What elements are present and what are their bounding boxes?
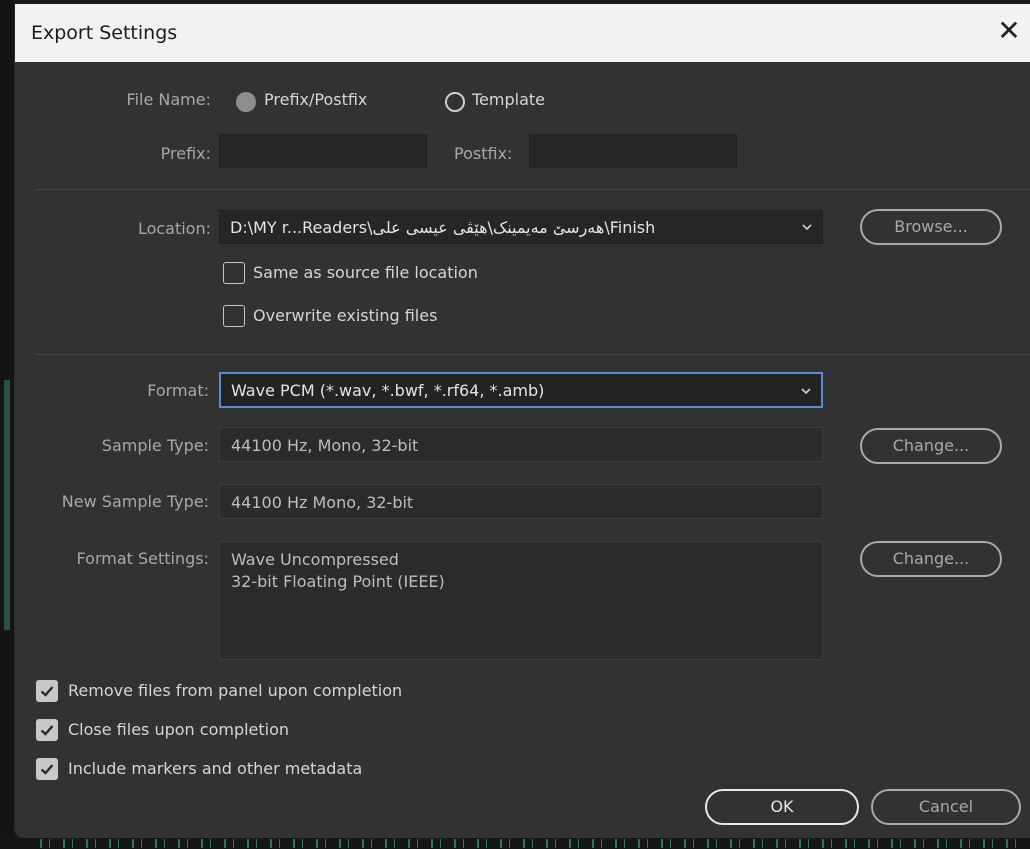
section-divider [35, 354, 1030, 355]
postfix-label: Postfix: [454, 144, 513, 163]
same-as-source-label: Same as source file location [253, 263, 478, 282]
remove-files-label: Remove files from panel upon completion [68, 681, 403, 700]
section-divider [35, 189, 1030, 190]
location-label: Location: [137, 219, 211, 238]
cancel-button[interactable]: Cancel [871, 789, 1021, 825]
export-settings-dialog: Export Settings ✕ File Name: Prefix/Post… [14, 4, 1030, 838]
include-markers-label: Include markers and other metadata [68, 759, 363, 778]
checkmark-icon [40, 764, 54, 775]
radio-prefix-postfix-label: Prefix/Postfix [264, 90, 368, 109]
background-timeline [0, 838, 1030, 849]
format-settings-line: 32-bit Floating Point (IEEE) [231, 572, 445, 591]
checkmark-icon [40, 725, 54, 736]
sample-type-label: Sample Type: [101, 436, 209, 455]
browse-button[interactable]: Browse... [860, 209, 1002, 245]
overwrite-existing-checkbox[interactable] [223, 305, 245, 327]
dialog-title: Export Settings [31, 22, 178, 44]
prefix-label: Prefix: [160, 144, 211, 163]
radio-template-label: Template [472, 90, 546, 109]
close-files-checkbox[interactable] [36, 719, 58, 741]
format-dropdown[interactable]: Wave PCM (*.wav, *.bwf, *.rf64, *.amb) [219, 372, 823, 408]
format-settings-line: Wave Uncompressed [231, 550, 399, 569]
sample-type-field: 44100 Hz, Mono, 32-bit [219, 427, 823, 462]
close-files-label: Close files upon completion [68, 720, 290, 739]
chevron-down-icon [802, 224, 812, 231]
radio-prefix-postfix[interactable] [236, 92, 256, 112]
dialog-titlebar: Export Settings ✕ [15, 4, 1030, 62]
location-value: D:\MY r...Readers\هەرسێ مەیمینک\هێڤی عیس… [230, 218, 656, 237]
new-sample-type-label: New Sample Type: [61, 492, 209, 511]
checkmark-icon [40, 686, 54, 697]
include-markers-checkbox[interactable] [36, 758, 58, 780]
sample-type-change-button[interactable]: Change... [860, 428, 1002, 464]
waveform-strip-bottom [40, 839, 1020, 848]
same-as-source-checkbox[interactable] [223, 262, 245, 284]
background-panel-left [0, 0, 14, 849]
chevron-down-icon [801, 388, 811, 395]
location-dropdown[interactable]: D:\MY r...Readers\هەرسێ مەیمینک\هێڤی عیس… [219, 210, 823, 244]
postfix-input[interactable] [529, 134, 737, 168]
format-label: Format: [147, 381, 209, 400]
waveform-strip [4, 380, 10, 630]
format-settings-change-button[interactable]: Change... [860, 541, 1002, 577]
format-value: Wave PCM (*.wav, *.bwf, *.rf64, *.amb) [231, 381, 545, 400]
remove-files-checkbox[interactable] [36, 680, 58, 702]
ok-button[interactable]: OK [705, 789, 859, 825]
close-icon[interactable]: ✕ [993, 15, 1025, 47]
file-name-label: File Name: [126, 90, 211, 109]
prefix-input[interactable] [219, 134, 427, 168]
new-sample-type-field: 44100 Hz Mono, 32-bit [219, 484, 823, 519]
radio-template[interactable] [445, 92, 465, 112]
overwrite-existing-label: Overwrite existing files [253, 306, 438, 325]
format-settings-label: Format Settings: [76, 549, 209, 568]
format-settings-box: Wave Uncompressed 32-bit Floating Point … [219, 541, 823, 660]
